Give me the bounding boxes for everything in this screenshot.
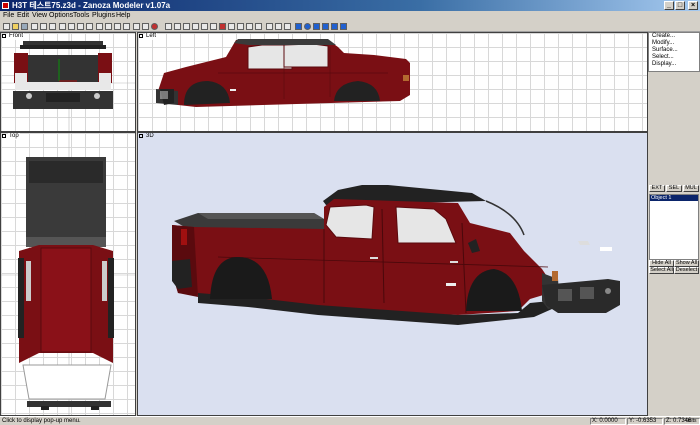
status-hint: Click to display pop-up menu. bbox=[2, 418, 81, 424]
mirror-icon[interactable] bbox=[96, 23, 103, 30]
move-icon[interactable] bbox=[59, 23, 66, 30]
menu-tools[interactable]: Tools bbox=[73, 12, 89, 20]
viewport-maximize-toggle[interactable] bbox=[139, 34, 143, 38]
minimize-button[interactable]: _ bbox=[664, 1, 674, 10]
grid-icon[interactable] bbox=[255, 23, 262, 30]
close-button[interactable]: × bbox=[688, 1, 698, 10]
new-file-icon[interactable] bbox=[3, 23, 10, 30]
cut-icon[interactable] bbox=[31, 23, 38, 30]
menu-options[interactable]: Options bbox=[49, 12, 73, 20]
zoom-icon[interactable] bbox=[165, 23, 172, 30]
rotate-icon[interactable] bbox=[77, 23, 84, 30]
view-rotate-icon[interactable] bbox=[201, 23, 208, 30]
pyramid-icon[interactable] bbox=[340, 23, 347, 30]
scale-icon[interactable] bbox=[86, 23, 93, 30]
cone-icon[interactable] bbox=[322, 23, 329, 30]
select-all-button[interactable]: Select All bbox=[649, 267, 674, 274]
zoom-all-icon[interactable] bbox=[183, 23, 190, 30]
viewport-maximize-toggle[interactable] bbox=[2, 134, 6, 138]
app-window: H3T 테스트75.z3d - Zanoza Modeler v1.07a _ … bbox=[0, 0, 700, 425]
weld-icon[interactable] bbox=[105, 23, 112, 30]
command-list[interactable]: Create... Modify... Surface... Select...… bbox=[648, 32, 700, 72]
prim-box-icon[interactable] bbox=[266, 23, 273, 30]
viewport-label: Top bbox=[8, 133, 20, 140]
object-list-item[interactable]: Object 1 bbox=[650, 195, 698, 201]
perspective-model bbox=[172, 185, 620, 325]
extrude-icon[interactable] bbox=[123, 23, 130, 30]
layout-icon[interactable] bbox=[210, 23, 217, 30]
viewport-label: Left bbox=[145, 33, 158, 40]
tab-mul[interactable]: MUL bbox=[683, 185, 699, 192]
menu-help[interactable]: Help bbox=[116, 12, 130, 20]
app-icon[interactable] bbox=[2, 2, 9, 9]
top-view-model bbox=[1, 133, 135, 415]
command-modify[interactable]: Modify... bbox=[649, 40, 699, 47]
flip-icon[interactable] bbox=[114, 23, 121, 30]
prim-plane-icon[interactable] bbox=[275, 23, 282, 30]
render-icon[interactable] bbox=[151, 23, 158, 30]
top-viewport[interactable]: Top bbox=[0, 132, 136, 416]
window-title: H3T 테스트75.z3d - Zanoza Modeler v1.07a bbox=[12, 1, 171, 10]
status-bar: Click to display pop-up menu. X: 0.0000 … bbox=[0, 416, 700, 425]
line-icon[interactable] bbox=[246, 23, 253, 30]
tab-sel[interactable]: SEL bbox=[666, 185, 682, 192]
tab-ext[interactable]: EXT bbox=[649, 185, 665, 192]
command-display[interactable]: Display... bbox=[649, 61, 699, 68]
left-viewport[interactable]: Left bbox=[137, 32, 648, 132]
command-surface[interactable]: Surface... bbox=[649, 47, 699, 54]
paste-icon[interactable] bbox=[49, 23, 56, 30]
menu-edit[interactable]: Edit bbox=[17, 12, 29, 20]
torus-icon[interactable] bbox=[331, 23, 338, 30]
object-list[interactable]: Object 1 bbox=[649, 194, 699, 260]
show-all-button[interactable]: Show All bbox=[674, 260, 699, 267]
cylinder-icon[interactable] bbox=[313, 23, 320, 30]
command-panel: Create... Modify... Surface... Select...… bbox=[648, 32, 700, 416]
cube-icon[interactable] bbox=[295, 23, 302, 30]
command-create[interactable]: Create... bbox=[649, 33, 699, 40]
prim-tube-icon[interactable] bbox=[284, 23, 291, 30]
toolbar bbox=[0, 21, 700, 32]
command-select[interactable]: Select... bbox=[649, 54, 699, 61]
sphere-icon[interactable] bbox=[304, 23, 311, 30]
copy-icon[interactable] bbox=[40, 23, 47, 30]
units-label: units bbox=[686, 418, 697, 424]
menu-file[interactable]: File bbox=[3, 12, 14, 20]
title-bar: H3T 테스트75.z3d - Zanoza Modeler v1.07a _ … bbox=[0, 0, 700, 11]
coord-y: Y: -0.6353 bbox=[629, 418, 657, 424]
save-icon[interactable] bbox=[21, 23, 28, 30]
undo-icon[interactable] bbox=[228, 23, 235, 30]
redo-icon[interactable] bbox=[237, 23, 244, 30]
hide-all-button[interactable]: Hide All bbox=[649, 260, 674, 267]
zoom-extents-icon[interactable] bbox=[174, 23, 181, 30]
smooth-icon[interactable] bbox=[142, 23, 149, 30]
front-view-model bbox=[1, 33, 135, 131]
deselect-button[interactable]: Deselect bbox=[674, 267, 699, 274]
left-view-model bbox=[156, 39, 410, 107]
vertex-icon[interactable] bbox=[68, 23, 75, 30]
open-folder-icon[interactable] bbox=[12, 23, 19, 30]
menu-view[interactable]: View bbox=[32, 12, 47, 20]
viewport-maximize-toggle[interactable] bbox=[139, 134, 143, 138]
menu-plugins[interactable]: Plugins bbox=[92, 12, 115, 20]
red-z-icon[interactable] bbox=[219, 23, 226, 30]
maximize-button[interactable]: □ bbox=[675, 1, 685, 10]
front-viewport[interactable]: Front bbox=[0, 32, 136, 132]
viewport-label: Front bbox=[8, 33, 25, 40]
coord-x: X: 0.0000 bbox=[592, 418, 618, 424]
viewport-maximize-toggle[interactable] bbox=[2, 34, 6, 38]
perspective-viewport[interactable]: 3D bbox=[137, 132, 648, 416]
bevel-icon[interactable] bbox=[133, 23, 140, 30]
menu-bar: File Edit View Options Tools Plugins Hel… bbox=[0, 11, 700, 21]
viewport-label: 3D bbox=[146, 133, 154, 139]
pan-icon[interactable] bbox=[192, 23, 199, 30]
